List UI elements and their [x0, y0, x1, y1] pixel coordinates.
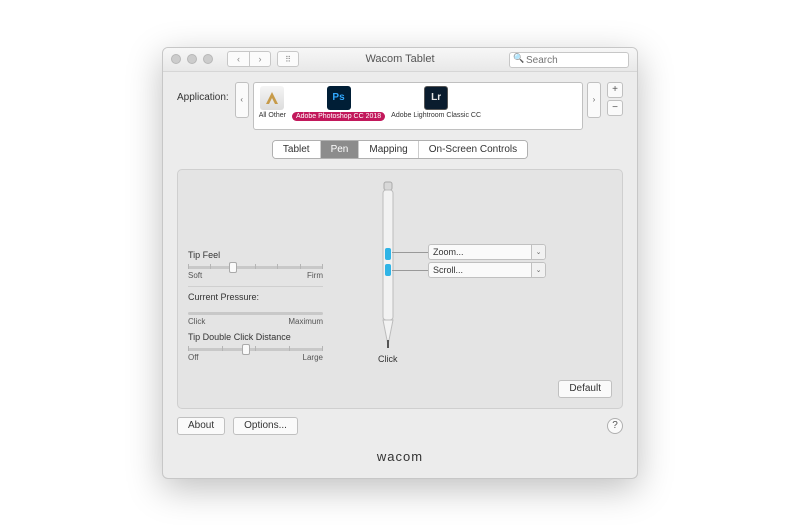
show-all-button[interactable]: ⠿	[277, 51, 299, 67]
tip-feel-slider[interactable]	[188, 266, 323, 269]
minimize-icon[interactable]	[187, 54, 197, 64]
left-controls: Tip Feel Soft Firm Current Pressure: Cli…	[188, 250, 323, 368]
remove-application-button[interactable]: −	[607, 100, 623, 116]
double-click-thumb[interactable]	[242, 344, 250, 355]
tip-feel-label: Tip Feel	[188, 250, 323, 260]
search-icon: 🔍	[513, 53, 524, 64]
upper-button-dropdown[interactable]: Zoom... ⌄	[428, 244, 546, 260]
about-button[interactable]: About	[177, 417, 225, 435]
connector-line	[392, 270, 428, 271]
tip-action-label: Click	[378, 354, 398, 364]
application-label: Application:	[177, 92, 229, 103]
pen-icon	[380, 180, 396, 350]
current-pressure-label: Current Pressure:	[188, 292, 323, 302]
search-input[interactable]	[509, 52, 629, 68]
app-item-all-other[interactable]: All Other	[256, 86, 289, 119]
default-button[interactable]: Default	[558, 380, 612, 398]
app-selected-badge: Adobe Photoshop CC 2018	[292, 112, 385, 121]
brand-logo: wacom	[163, 443, 637, 478]
double-click-min: Off	[188, 353, 199, 362]
tip-feel-max: Firm	[307, 271, 323, 280]
forward-button[interactable]: ›	[249, 51, 271, 67]
wacom-preferences-window: ‹ › ⠿ Wacom Tablet 🔍 Application: ‹ All …	[162, 47, 638, 479]
pen-diagram: Click	[378, 180, 398, 364]
photoshop-icon: Ps	[327, 86, 351, 110]
help-button[interactable]: ?	[607, 418, 623, 434]
tab-mapping[interactable]: Mapping	[359, 141, 418, 158]
application-strip: All Other Ps Adobe Photoshop CC 2018 Lr …	[253, 82, 583, 130]
tip-feel-min: Soft	[188, 271, 202, 280]
all-other-icon	[260, 86, 284, 110]
tip-feel-thumb[interactable]	[229, 262, 237, 273]
tab-tablet[interactable]: Tablet	[273, 141, 321, 158]
chevron-down-icon: ⌄	[531, 245, 545, 259]
pen-panel: Tip Feel Soft Firm Current Pressure: Cli…	[177, 169, 623, 409]
bottom-bar: About Options... ?	[163, 417, 637, 443]
pressure-max: Maximum	[288, 317, 323, 326]
close-icon[interactable]	[171, 54, 181, 64]
double-click-max: Large	[303, 353, 323, 362]
double-click-label: Tip Double Click Distance	[188, 332, 323, 342]
application-row: Application: ‹ All Other Ps Adobe Photos…	[163, 72, 637, 138]
tab-pen[interactable]: Pen	[321, 141, 360, 158]
nav-segment: ‹ ›	[227, 51, 271, 67]
titlebar: ‹ › ⠿ Wacom Tablet 🔍	[163, 48, 637, 72]
tab-onscreen-controls[interactable]: On-Screen Controls	[419, 141, 527, 158]
lower-button-dropdown[interactable]: Scroll... ⌄	[428, 262, 546, 278]
window-controls	[171, 54, 213, 64]
double-click-slider[interactable]	[188, 348, 323, 351]
options-button[interactable]: Options...	[233, 417, 298, 435]
app-item-photoshop[interactable]: Ps Adobe Photoshop CC 2018	[289, 86, 388, 121]
pressure-meter	[188, 312, 323, 315]
lightroom-icon: Lr	[424, 86, 448, 110]
add-application-button[interactable]: +	[607, 82, 623, 98]
app-item-lightroom[interactable]: Lr Adobe Lightroom Classic CC	[388, 86, 484, 119]
tab-row: Tablet Pen Mapping On-Screen Controls	[163, 138, 637, 169]
connector-line	[392, 252, 428, 253]
chevron-down-icon: ⌄	[531, 263, 545, 277]
zoom-icon[interactable]	[203, 54, 213, 64]
app-scroll-right-button[interactable]: ›	[587, 82, 601, 118]
pressure-min: Click	[188, 317, 205, 326]
app-scroll-left-button[interactable]: ‹	[235, 82, 249, 118]
back-button[interactable]: ‹	[227, 51, 249, 67]
